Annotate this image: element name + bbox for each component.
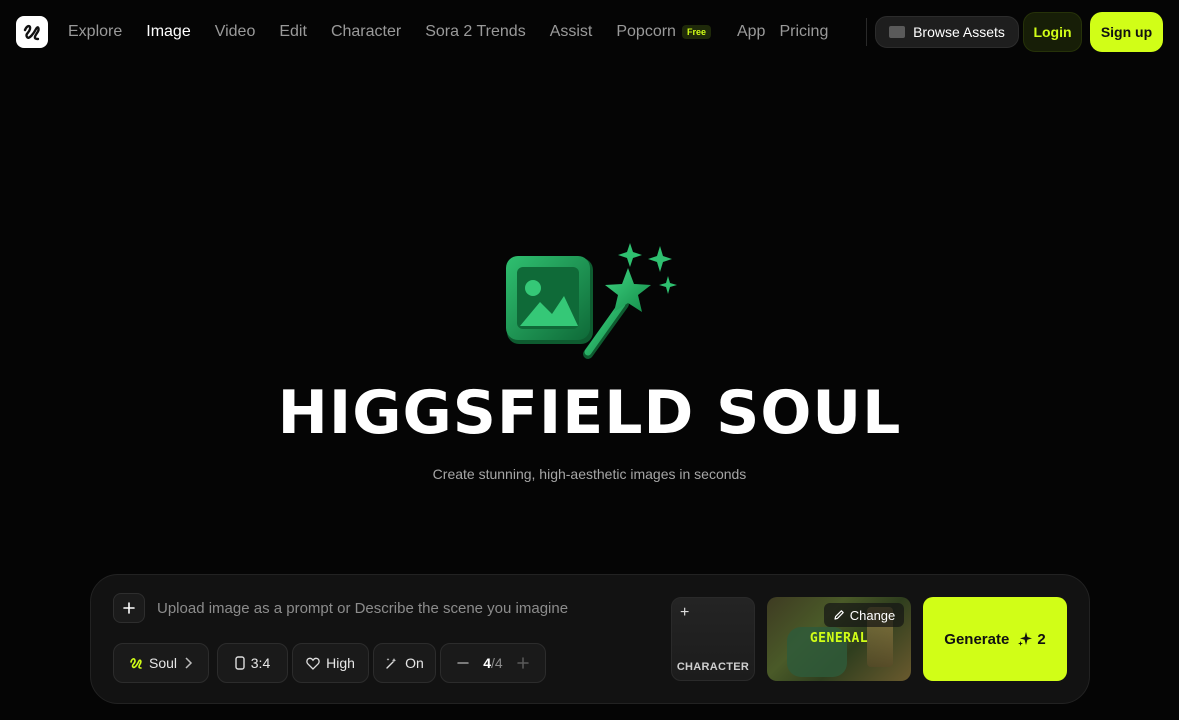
- model-selector[interactable]: Soul: [113, 643, 209, 683]
- credit-cost: 2: [1017, 631, 1046, 648]
- image-magic-icon: [506, 243, 677, 359]
- upload-image-button[interactable]: [113, 593, 145, 623]
- signup-button[interactable]: Sign up: [1090, 12, 1163, 52]
- nav-item-pricing[interactable]: Pricing: [779, 23, 828, 41]
- chevron-right-icon: [185, 657, 193, 669]
- nav-item-assist[interactable]: Assist: [550, 23, 593, 41]
- style-label: GENERAL: [809, 631, 869, 646]
- quality-selector[interactable]: High: [292, 643, 369, 683]
- character-card[interactable]: + CHARACTER: [671, 597, 755, 681]
- top-header: Explore Image Video Edit Character Sora …: [0, 0, 1179, 64]
- nav-item-sora-trends[interactable]: Sora 2 Trends: [425, 23, 526, 41]
- phone-ratio-icon: [235, 656, 245, 670]
- free-badge: Free: [681, 25, 711, 39]
- nav-item-edit[interactable]: Edit: [279, 23, 307, 41]
- login-button[interactable]: Login: [1023, 12, 1082, 52]
- sparkle-icon: [1018, 632, 1033, 646]
- image-count-total: /4: [491, 655, 503, 671]
- logo-icon[interactable]: [16, 16, 48, 48]
- page-title: HIGGSFIELD SOUL: [277, 378, 902, 448]
- nav-divider: [866, 18, 867, 46]
- prompt-input[interactable]: [157, 596, 657, 620]
- image-count-stepper: 4/4: [440, 643, 546, 683]
- generate-button[interactable]: Generate 2: [923, 597, 1067, 681]
- magic-wand-icon: [386, 658, 397, 669]
- soul-icon: [130, 658, 142, 669]
- image-count-value: 4: [483, 655, 492, 671]
- character-label: CHARACTER: [676, 661, 750, 673]
- nav-item-explore[interactable]: Explore: [68, 23, 122, 41]
- page-subtitle: Create stunning, high-aesthetic images i…: [432, 466, 747, 482]
- plus-icon[interactable]: [517, 657, 529, 669]
- pencil-icon: [834, 610, 844, 620]
- change-style-button[interactable]: Change: [824, 603, 904, 627]
- plus-icon: +: [680, 604, 690, 621]
- enhance-toggle[interactable]: On: [373, 643, 436, 683]
- nav-item-video[interactable]: Video: [215, 23, 256, 41]
- minus-icon[interactable]: [457, 657, 469, 669]
- nav-item-popcorn[interactable]: Popcorn Free: [616, 23, 711, 41]
- heart-icon: [306, 657, 320, 670]
- nav-item-app[interactable]: App: [737, 23, 765, 41]
- browse-assets-button[interactable]: Browse Assets: [875, 16, 1019, 48]
- aspect-ratio-selector[interactable]: 3:4: [217, 643, 288, 683]
- nav-item-image[interactable]: Image: [146, 23, 190, 41]
- main-nav: Explore Image Video Edit Character Sora …: [68, 0, 852, 64]
- nav-item-character[interactable]: Character: [331, 23, 401, 41]
- folder-icon: [889, 26, 906, 38]
- plus-icon: [123, 602, 135, 614]
